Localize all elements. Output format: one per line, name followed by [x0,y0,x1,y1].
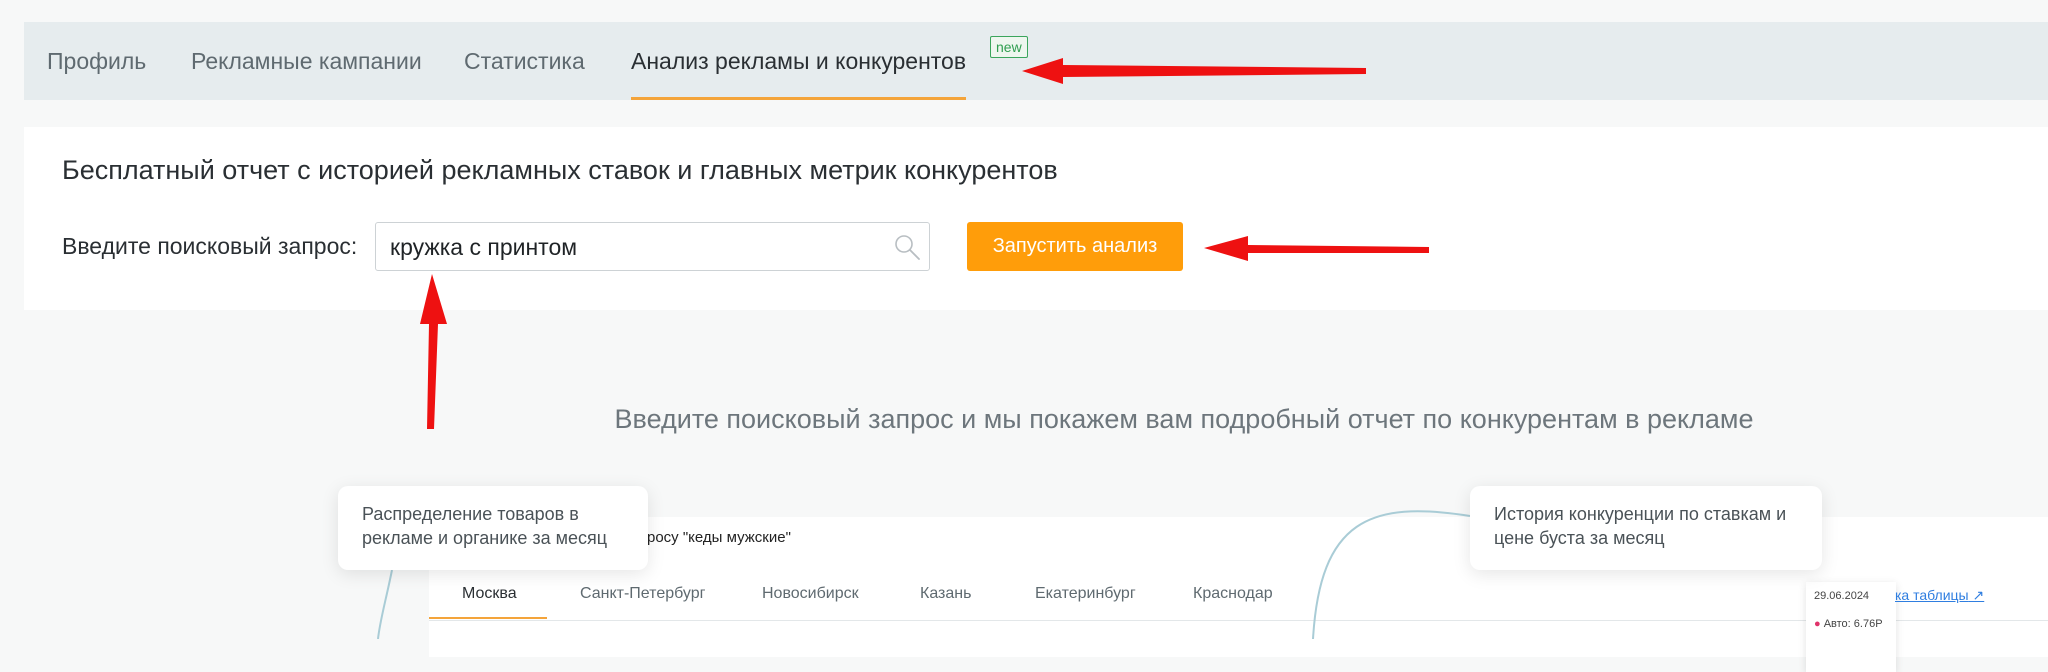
report-card: Бесплатный отчет с историей рекламных ст… [24,127,2048,310]
new-badge: new [990,36,1028,58]
connector-line-left [377,569,393,639]
tooltip-auto: ● Авто: 6.76Р [1814,618,1883,630]
preview-query-title: росу "кеды мужские" [647,529,791,546]
tab-profile[interactable]: Профиль [47,22,146,100]
search-input[interactable] [388,223,882,272]
city-tab-krasnodar[interactable]: Краснодар [1193,585,1273,603]
city-tab-kazan[interactable]: Казань [920,585,971,603]
table-link-label: ка таблицы [1895,587,1969,603]
tab-ad-campaigns[interactable]: Рекламные кампании [191,22,422,100]
callout-bid-history: История конкуренции по ставкам и цене бу… [1470,486,1822,570]
tooltip-auto-value: Авто: 6.76Р [1823,618,1883,630]
search-icon[interactable] [893,233,921,261]
city-tab-novosibirsk[interactable]: Новосибирск [762,585,859,603]
external-link-icon: ↗ [1972,587,1985,603]
city-tab-ekaterinburg[interactable]: Екатеринбург [1035,585,1136,603]
promo-text: Введите поисковый запрос и мы покажем ва… [614,404,1754,434]
chart-tooltip: 29.06.2024 ● Авто: 6.76Р [1806,582,1896,672]
search-label: Введите поисковый запрос: [62,233,358,259]
callout-distribution: Распределение товаров в рекламе и органи… [338,486,648,570]
city-tab-moscow[interactable]: Москва [462,585,517,603]
search-field [375,222,930,272]
city-tab-spb[interactable]: Санкт-Петербург [580,585,705,603]
tooltip-date: 29.06.2024 [1814,590,1870,602]
run-analysis-button[interactable]: Запустить анализ [967,222,1183,271]
report-title: Бесплатный отчет с историей рекламных ст… [62,155,1058,185]
tab-statistics[interactable]: Статистика [464,22,585,100]
tab-bar: Профиль Рекламные кампании Статистика Ан… [24,22,2048,100]
active-city-underline [429,617,547,619]
table-link[interactable]: ка таблицы ↗ [1895,587,1984,604]
tab-ad-analysis[interactable]: Анализ рекламы и конкурентов [631,22,967,100]
